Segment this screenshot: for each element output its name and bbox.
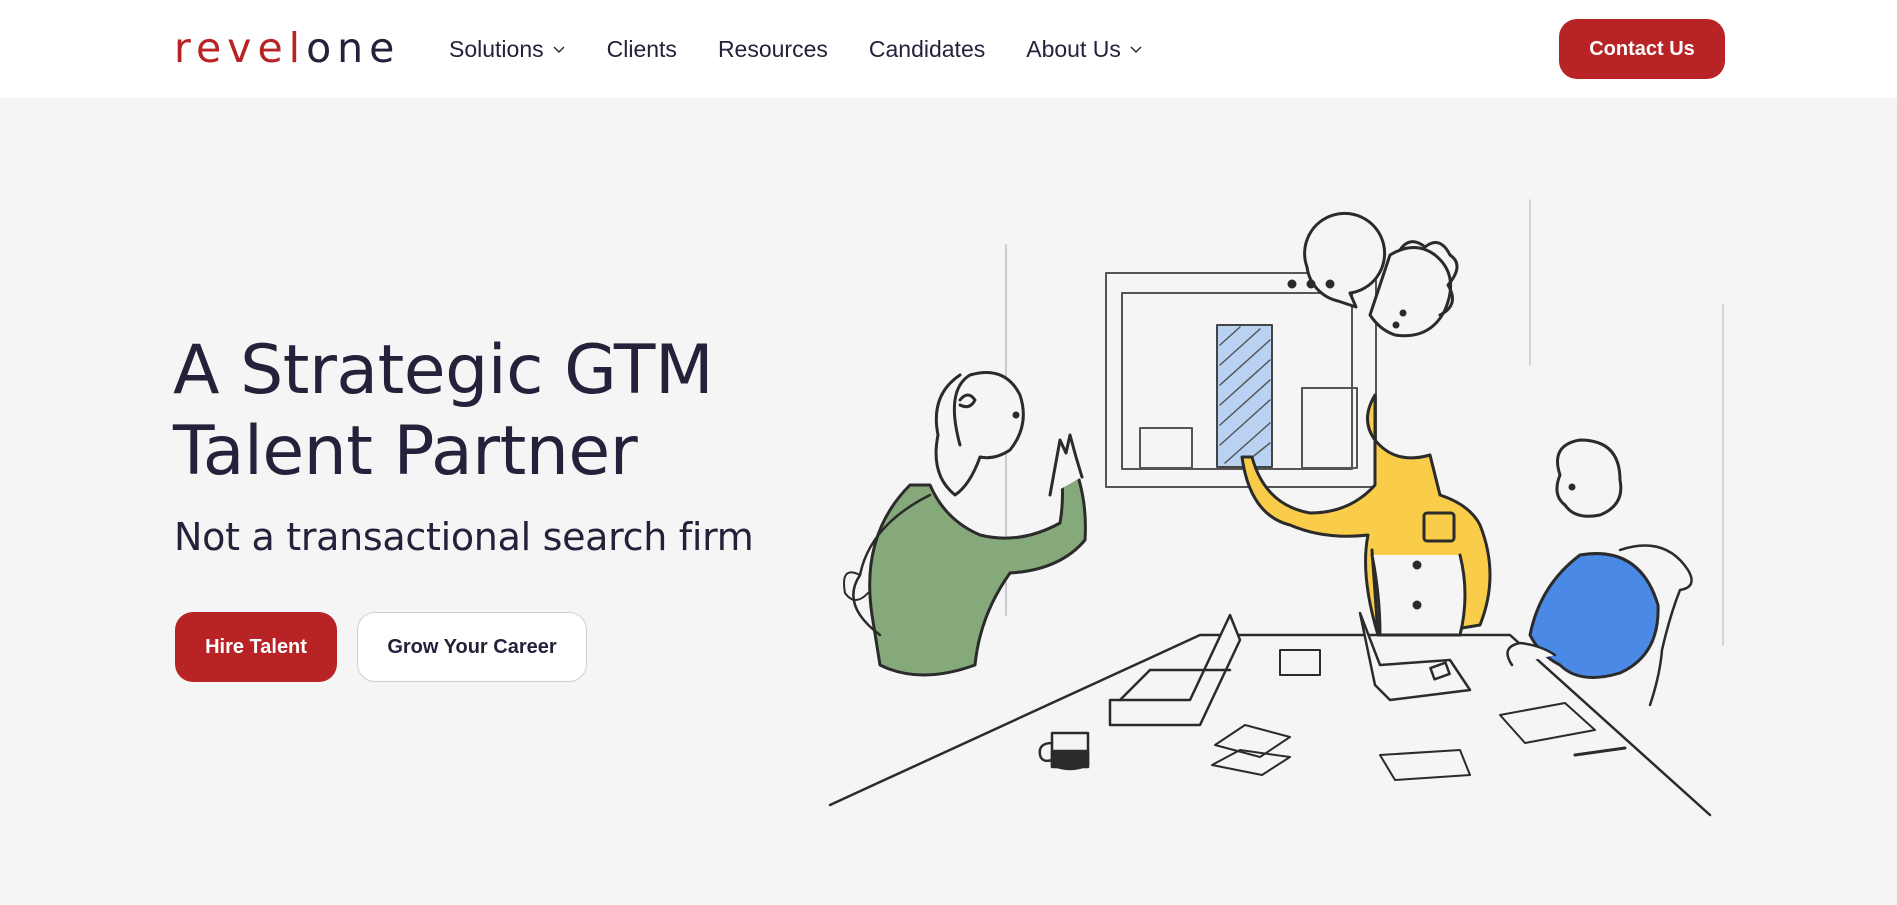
nav-label: Candidates bbox=[868, 35, 986, 62]
nav-item-clients[interactable]: Clients bbox=[607, 36, 677, 63]
box bbox=[1279, 649, 1321, 676]
presenter-figure bbox=[1240, 240, 1492, 637]
papers bbox=[1211, 724, 1471, 781]
contact-us-button[interactable]: Contact Us bbox=[1559, 19, 1725, 79]
nav-item-about-us[interactable]: About Us bbox=[1026, 36, 1143, 63]
chevron-down-icon bbox=[552, 42, 566, 56]
woman-green-figure bbox=[843, 371, 1087, 677]
nav-label: Clients bbox=[606, 35, 677, 62]
nav-label: Resources bbox=[717, 35, 828, 62]
hero-illustration bbox=[820, 195, 1730, 820]
hero-title-line2: Talent Partner bbox=[173, 412, 638, 491]
nav-label: Solutions bbox=[449, 35, 544, 62]
coffee-mug bbox=[1038, 731, 1090, 771]
nav-item-candidates[interactable]: Candidates bbox=[869, 36, 985, 63]
hero-title: A Strategic GTM Talent Partner bbox=[173, 330, 714, 492]
document bbox=[1499, 702, 1596, 744]
whiteboard bbox=[1105, 272, 1377, 488]
laptop bbox=[1108, 613, 1242, 727]
grow-your-career-button[interactable]: Grow Your Career bbox=[357, 612, 587, 682]
nav-item-resources[interactable]: Resources bbox=[718, 36, 828, 63]
team-meeting-illustration bbox=[828, 199, 1724, 817]
nav-label: About Us bbox=[1026, 35, 1121, 62]
pen bbox=[1573, 746, 1627, 757]
hire-talent-button[interactable]: Hire Talent bbox=[175, 612, 337, 682]
nav-item-solutions[interactable]: Solutions bbox=[449, 36, 566, 63]
main-nav: Solutions Clients Resources Candidates A… bbox=[449, 30, 1184, 68]
logo[interactable]: revelone bbox=[174, 20, 400, 76]
logo-part-one: one bbox=[306, 24, 401, 72]
man-blue-figure bbox=[1506, 438, 1693, 707]
logo-part-revel: revel bbox=[174, 24, 307, 72]
hero-title-line1: A Strategic GTM bbox=[173, 331, 714, 410]
hero-subtitle: Not a transactional search firm bbox=[174, 515, 754, 559]
site-header: revelone Solutions Clients Resources Can… bbox=[0, 0, 1897, 98]
chevron-down-icon bbox=[1129, 42, 1143, 56]
